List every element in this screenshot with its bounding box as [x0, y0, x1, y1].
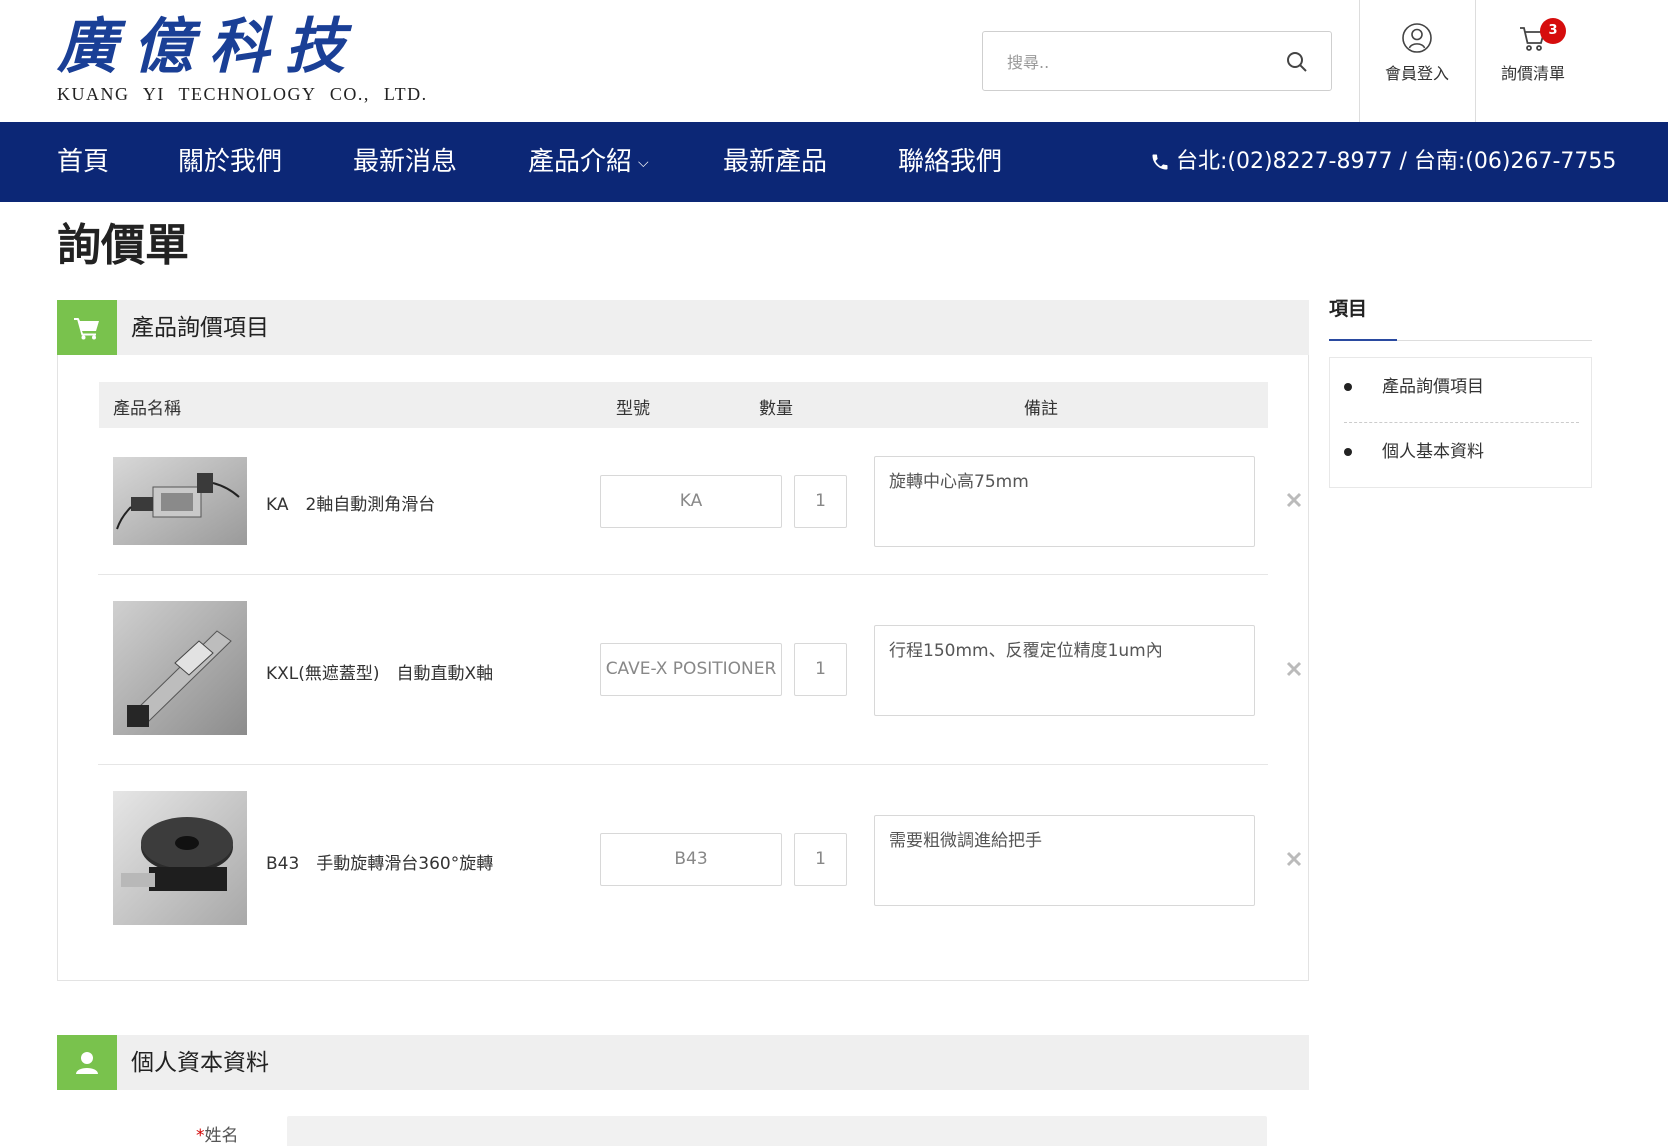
quote-section-title: 產品詢價項目 — [131, 315, 269, 341]
name-input[interactable] — [287, 1116, 1267, 1146]
bullet-icon — [1344, 448, 1352, 456]
contact-phone: 台北:(02)8227-8977 / 台南:(06)267-7755 — [1150, 147, 1616, 177]
sidebar-title: 項目 — [1329, 298, 1368, 320]
product-image[interactable] — [113, 601, 247, 735]
bullet-icon — [1344, 383, 1352, 391]
main-navigation: 首頁 關於我們 最新消息 產品介紹 ⌵ 最新產品 聯絡我們 台北:(02)8227… — [0, 122, 1668, 202]
company-logo[interactable]: 廣億科技 KUANG YI TECHNOLOGY CO., LTD. — [57, 12, 428, 109]
nav-item-news[interactable]: 最新消息 — [353, 146, 457, 178]
quantity-field[interactable]: 1 — [794, 643, 847, 696]
sidebar-divider — [1344, 422, 1579, 423]
sidebar-item-quote-items[interactable]: 產品詢價項目 — [1344, 370, 1579, 410]
column-header-note: 備註 — [1024, 399, 1058, 419]
search-input[interactable] — [1007, 50, 1267, 74]
close-icon[interactable] — [1285, 491, 1303, 509]
note-field[interactable]: 行程150mm、反覆定位精度1um內 — [874, 625, 1255, 716]
table-row: B43 手動旋轉滑台360°旋轉 B43 1 需要粗微調進給把手 — [99, 765, 1302, 955]
required-marker: * — [196, 1126, 205, 1146]
quote-section-header: 產品詢價項目 — [57, 300, 1309, 355]
product-image[interactable] — [113, 791, 247, 925]
nav-item-contact[interactable]: 聯絡我們 — [898, 146, 1002, 178]
product-name: KA 2軸自動測角滑台 — [266, 495, 436, 515]
model-field[interactable]: KA — [600, 475, 782, 528]
quantity-field[interactable]: 1 — [794, 475, 847, 528]
column-header-name: 產品名稱 — [113, 399, 181, 419]
logo-chinese-name: 廣億科技 — [57, 12, 361, 82]
sidebar-nav: 產品詢價項目 個人基本資料 — [1329, 357, 1592, 488]
personal-section-header: 個人資本資料 — [57, 1035, 1309, 1090]
nav-item-products[interactable]: 產品介紹 ⌵ — [528, 146, 649, 179]
table-row: KXL(無遮蓋型) 自動直動X軸 CAVE-X POSITIONER 1 行程1… — [99, 575, 1302, 765]
logo-english-name: KUANG YI TECHNOLOGY CO., LTD. — [57, 84, 428, 104]
member-login-label: 會員登入 — [1384, 64, 1449, 83]
nav-item-home[interactable]: 首頁 — [57, 146, 109, 178]
quantity-field[interactable]: 1 — [794, 833, 847, 886]
quote-table-header: 產品名稱 型號 數量 備註 — [99, 382, 1268, 428]
phone-numbers: 台北:(02)8227-8977 / 台南:(06)267-7755 — [1176, 149, 1617, 174]
site-header: 廣億科技 KUANG YI TECHNOLOGY CO., LTD. 會員登入 … — [0, 0, 1668, 122]
model-field[interactable]: CAVE-X POSITIONER — [600, 643, 782, 696]
close-icon[interactable] — [1285, 660, 1303, 678]
sidebar-item-label: 個人基本資料 — [1382, 442, 1484, 462]
sidebar-title-accent — [1329, 339, 1397, 341]
chevron-down-icon: ⌵ — [638, 154, 649, 171]
table-row: KA 2軸自動測角滑台 KA 1 旋轉中心高75mm — [99, 428, 1302, 582]
search-icon[interactable] — [1285, 50, 1309, 74]
member-login-button[interactable]: 會員登入 — [1360, 22, 1474, 102]
product-image[interactable] — [113, 457, 247, 545]
section-icon-box — [57, 300, 117, 355]
cart-count-badge: 3 — [1540, 18, 1566, 44]
sidebar-item-label: 產品詢價項目 — [1382, 377, 1484, 397]
nav-item-new-products[interactable]: 最新產品 — [723, 146, 827, 178]
note-field[interactable]: 旋轉中心高75mm — [874, 456, 1255, 547]
section-icon-box — [57, 1035, 117, 1090]
model-field[interactable]: B43 — [600, 833, 782, 886]
search-box — [982, 31, 1332, 91]
column-header-model: 型號 — [616, 399, 650, 419]
quote-list-label: 詢價清單 — [1500, 64, 1565, 83]
user-icon — [76, 1051, 98, 1074]
nav-item-products-label: 產品介紹 — [528, 147, 633, 177]
user-icon — [1402, 23, 1432, 53]
sidebar-item-personal-info[interactable]: 個人基本資料 — [1344, 435, 1579, 475]
page-title: 詢價單 — [57, 220, 189, 271]
cart-icon — [74, 317, 99, 339]
name-field-label: *姓名 — [196, 1125, 239, 1146]
phone-icon — [1152, 154, 1168, 170]
name-label-text: 姓名 — [204, 1126, 239, 1146]
column-header-quantity: 數量 — [759, 399, 793, 419]
product-name: B43 手動旋轉滑台360°旋轉 — [266, 854, 494, 874]
personal-section-title: 個人資本資料 — [131, 1050, 269, 1076]
note-field[interactable]: 需要粗微調進給把手 — [874, 815, 1255, 906]
close-icon[interactable] — [1285, 850, 1303, 868]
nav-item-about[interactable]: 關於我們 — [178, 146, 282, 178]
quote-list-button[interactable]: 3 詢價清單 — [1476, 18, 1590, 102]
product-name: KXL(無遮蓋型) 自動直動X軸 — [266, 664, 494, 684]
quote-items-panel: 產品名稱 型號 數量 備註 KA 2軸自動測角滑台 KA 1 旋轉中心高75mm — [57, 355, 1309, 981]
